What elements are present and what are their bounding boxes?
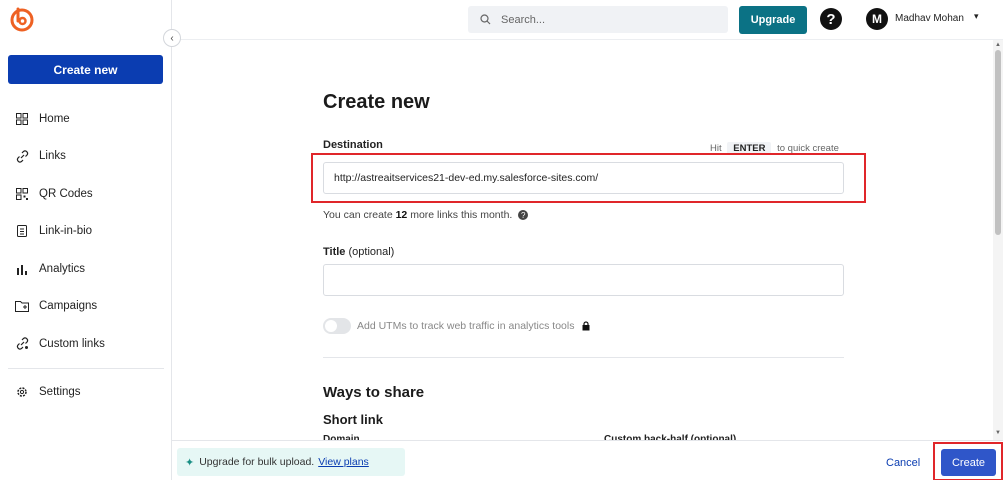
qr-code-icon bbox=[15, 187, 29, 201]
sidebar-item-settings[interactable]: Settings bbox=[0, 374, 172, 412]
section-divider bbox=[323, 357, 844, 358]
destination-label: Destination bbox=[323, 139, 383, 151]
info-icon[interactable]: ? bbox=[518, 210, 529, 221]
bar-chart-icon bbox=[15, 262, 29, 276]
create-button[interactable]: Create bbox=[941, 449, 996, 476]
create-new-button[interactable]: Create new bbox=[8, 55, 163, 84]
upgrade-button[interactable]: Upgrade bbox=[739, 6, 807, 34]
remaining-links-text: You can create 12 more links this month.… bbox=[323, 209, 529, 221]
avatar[interactable]: M bbox=[866, 8, 888, 30]
title-optional: (optional) bbox=[348, 246, 395, 258]
gear-icon bbox=[15, 385, 29, 399]
link-icon bbox=[15, 149, 29, 163]
sidebar-item-label: Campaigns bbox=[39, 300, 98, 313]
destination-field[interactable]: http://astreaitservices21-dev-ed.my.sale… bbox=[323, 162, 844, 194]
sidebar-item-label: Links bbox=[39, 150, 66, 163]
sidebar: Create new Home Links QR Codes Link-in-b… bbox=[0, 0, 172, 480]
chevron-left-icon: ‹ bbox=[170, 32, 174, 44]
utm-toggle-row: Add UTMs to track web traffic in analyti… bbox=[323, 318, 590, 334]
sparkle-icon: ✦ bbox=[185, 456, 195, 469]
sidebar-nav: Home Links QR Codes Link-in-bio Analytic… bbox=[0, 100, 172, 411]
username[interactable]: Madhav Mohan bbox=[895, 13, 964, 24]
lock-icon bbox=[582, 321, 590, 331]
sidebar-item-label: Custom links bbox=[39, 337, 105, 350]
sidebar-item-label: Analytics bbox=[39, 262, 86, 275]
sidebar-item-analytics[interactable]: Analytics bbox=[0, 250, 172, 288]
scroll-up-arrow-icon[interactable]: ▲ bbox=[995, 42, 1001, 48]
title-label: Title (optional) bbox=[323, 246, 394, 258]
scroll-down-arrow-icon[interactable]: ▼ bbox=[995, 430, 1001, 436]
remaining-count: 12 bbox=[395, 209, 408, 221]
title-field[interactable] bbox=[323, 264, 844, 296]
collapse-sidebar-button[interactable]: ‹ bbox=[163, 29, 181, 47]
cancel-button[interactable]: Cancel bbox=[886, 457, 920, 469]
footer-bar: ✦ Upgrade for bulk upload. View plans Ca… bbox=[172, 440, 1003, 480]
sidebar-item-label: Home bbox=[39, 112, 70, 125]
remaining-suffix: more links this month. bbox=[410, 209, 513, 221]
custom-link-icon bbox=[15, 337, 29, 351]
folder-icon bbox=[15, 299, 29, 313]
bulk-upload-banner: ✦ Upgrade for bulk upload. View plans bbox=[177, 448, 405, 476]
page-icon bbox=[15, 224, 29, 238]
sidebar-item-label: Link-in-bio bbox=[39, 225, 93, 238]
sidebar-item-label: QR Codes bbox=[39, 187, 93, 200]
bulk-text: Upgrade for bulk upload. bbox=[199, 456, 315, 468]
home-icon bbox=[15, 112, 29, 126]
create-link-form: Create new Destination Hit ENTER to quic… bbox=[172, 40, 993, 480]
scrollbar-thumb[interactable] bbox=[995, 50, 1001, 235]
search-placeholder: Search... bbox=[501, 13, 546, 26]
title-label-text: Title bbox=[323, 246, 346, 258]
help-icon[interactable]: ? bbox=[820, 8, 842, 30]
sidebar-divider bbox=[8, 367, 164, 369]
utm-toggle[interactable] bbox=[323, 318, 351, 334]
chevron-down-icon[interactable]: ▾ bbox=[974, 11, 979, 22]
page-title: Create new bbox=[323, 91, 430, 113]
view-plans-link[interactable]: View plans bbox=[318, 456, 369, 468]
sidebar-item-custom-links[interactable]: Custom links bbox=[0, 325, 172, 363]
search-icon bbox=[480, 14, 491, 25]
sidebar-item-link-in-bio[interactable]: Link-in-bio bbox=[0, 213, 172, 251]
sidebar-item-links[interactable]: Links bbox=[0, 138, 172, 176]
utm-label: Add UTMs to track web traffic in analyti… bbox=[357, 320, 575, 332]
bitly-logo-icon[interactable] bbox=[9, 6, 35, 32]
sidebar-item-qr-codes[interactable]: QR Codes bbox=[0, 175, 172, 213]
sidebar-item-label: Settings bbox=[39, 386, 81, 399]
short-link-heading: Short link bbox=[323, 412, 383, 427]
sidebar-item-home[interactable]: Home bbox=[0, 100, 172, 138]
remaining-prefix: You can create bbox=[323, 209, 393, 221]
ways-to-share-heading: Ways to share bbox=[323, 384, 425, 401]
search-input[interactable]: Search... bbox=[468, 6, 728, 33]
sidebar-item-campaigns[interactable]: Campaigns bbox=[0, 288, 172, 326]
top-bar: Search... Upgrade ? M Madhav Mohan ▾ bbox=[172, 0, 1003, 40]
